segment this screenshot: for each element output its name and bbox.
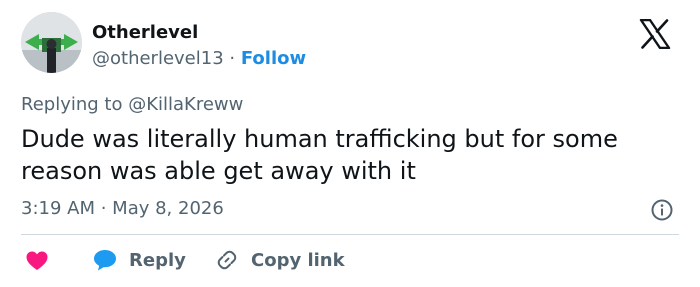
copy-link-button[interactable]: Copy link <box>215 246 345 274</box>
follow-button[interactable]: Follow <box>241 48 306 69</box>
divider <box>21 234 679 235</box>
speech-bubble-icon <box>94 250 116 271</box>
post-date: May 8, 2026 <box>112 198 224 219</box>
avatar[interactable] <box>21 12 82 73</box>
timestamp-separator: · <box>95 198 113 219</box>
replying-to: Replying to @KillaKreww <box>21 94 243 116</box>
action-bar: Reply Copy link <box>0 246 700 274</box>
author-handle[interactable]: @otherlevel13 <box>92 48 224 69</box>
author-name[interactable]: Otherlevel <box>92 22 198 44</box>
heart-icon[interactable] <box>26 251 48 271</box>
reply-button[interactable]: Reply <box>93 246 186 274</box>
post-time: 3:19 AM <box>21 198 95 219</box>
handle-separator: · <box>223 48 241 69</box>
x-logo-icon[interactable] <box>639 19 671 49</box>
link-icon <box>217 250 237 270</box>
info-icon[interactable] <box>650 198 674 222</box>
post-text: Dude was literally human trafficking but… <box>21 125 618 185</box>
author-handle-line: @otherlevel13 · Follow <box>92 48 306 70</box>
replying-prefix: Replying to <box>21 94 129 115</box>
post-timestamp[interactable]: 3:19 AM · May 8, 2026 <box>21 198 224 220</box>
copy-link-label: Copy link <box>251 249 345 271</box>
reply-target-handle[interactable]: @KillaKreww <box>128 94 243 115</box>
reply-label: Reply <box>129 249 186 271</box>
